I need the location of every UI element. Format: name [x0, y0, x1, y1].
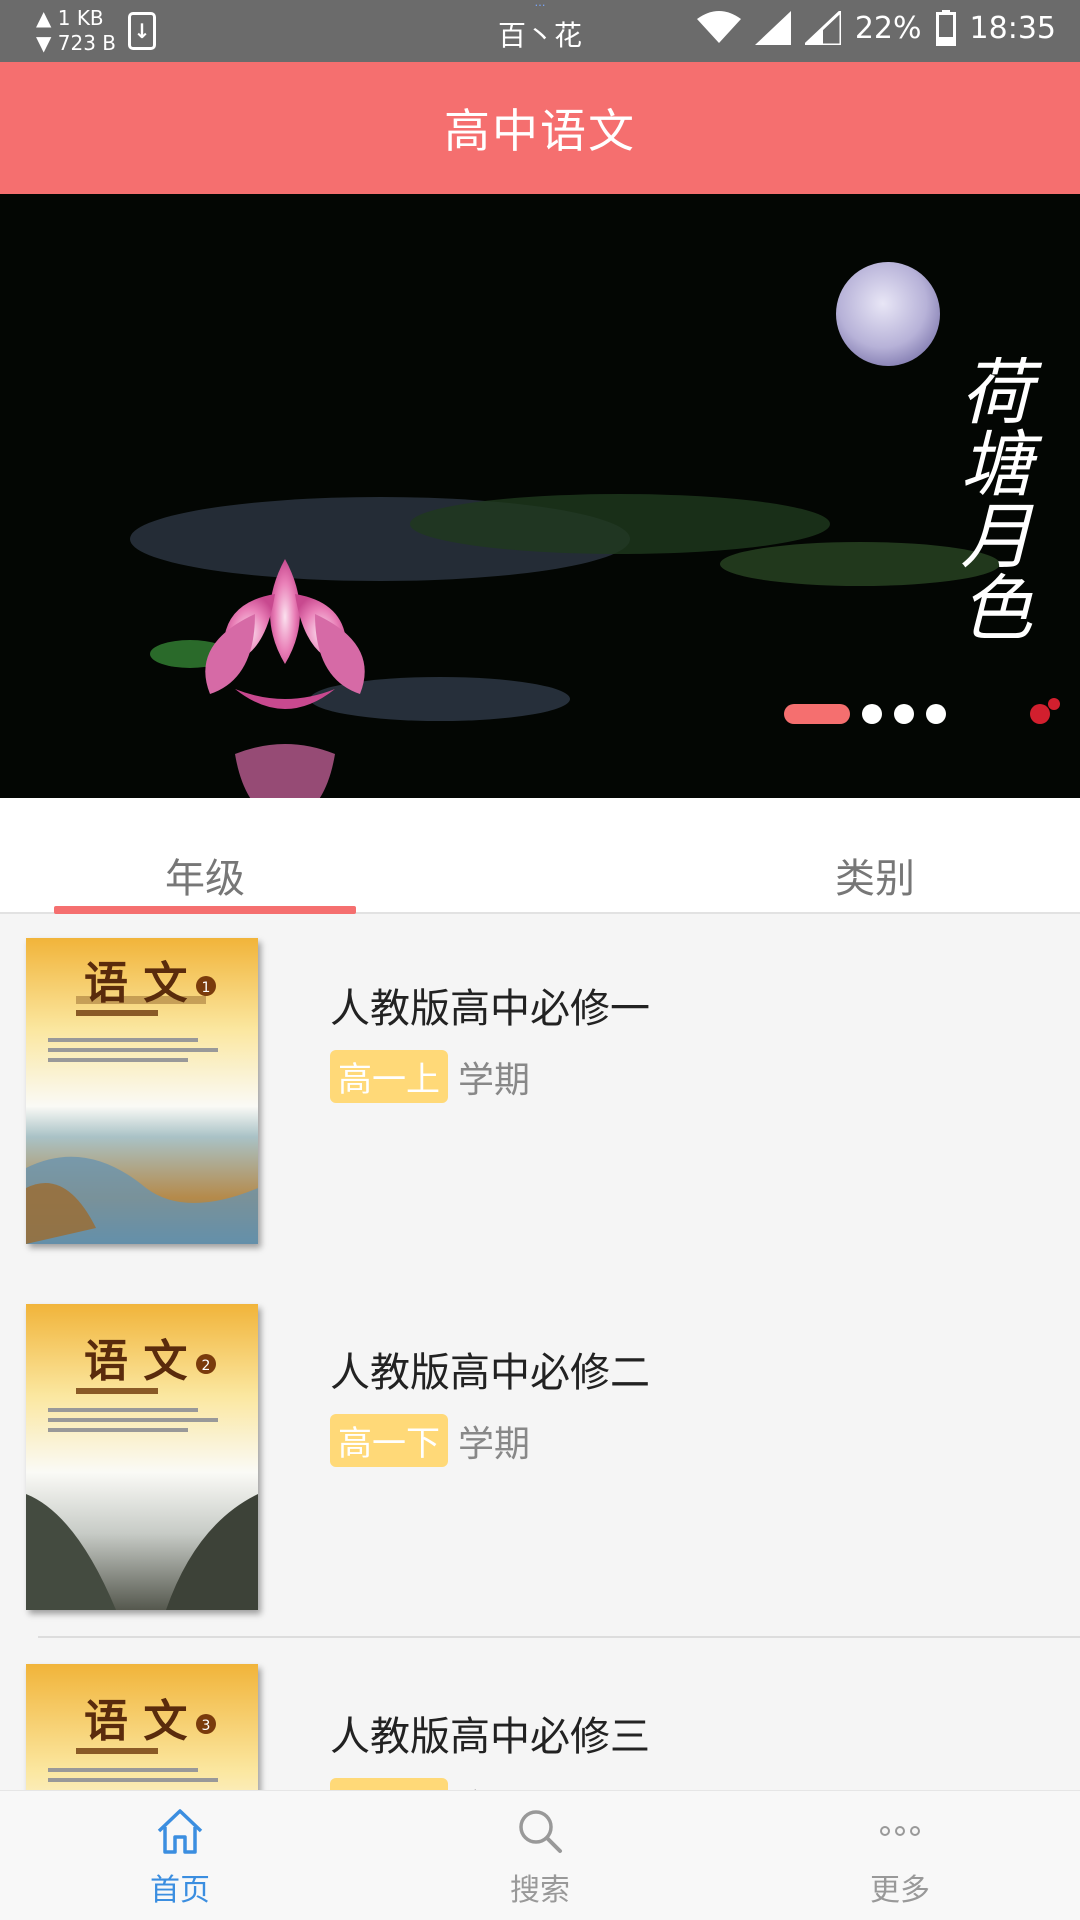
- home-icon: [155, 1809, 205, 1859]
- search-icon: [515, 1810, 565, 1859]
- svg-text:语 文: 语 文: [84, 1336, 187, 1387]
- grade-tag: 高二上: [330, 1778, 448, 1790]
- list-item[interactable]: 语 文 2 人教版高中必修二 高一下 学期: [0, 1274, 1080, 1634]
- list-item[interactable]: 语 文 3 人教版高中必修三 高二上 学期: [0, 1634, 1080, 1790]
- list-item[interactable]: 语 文 1 人教版高中必修一 高一上 学期: [0, 914, 1080, 1274]
- grade-tag: 高一上: [330, 1050, 448, 1103]
- banner-carousel[interactable]: 荷塘月色: [0, 194, 1080, 798]
- banner-caption: 荷塘月色: [948, 354, 1032, 642]
- pager-dot[interactable]: [926, 704, 946, 724]
- book-cover: 语 文 2: [26, 1304, 258, 1610]
- term-row: 高一上 学期: [330, 1050, 530, 1103]
- book-title: 人教版高中必修三: [330, 1714, 650, 1760]
- more-icon: [875, 1826, 925, 1859]
- svg-text:语 文: 语 文: [84, 958, 187, 1009]
- term-row: 高二上 学期: [330, 1778, 530, 1790]
- tab-indicator: [54, 906, 356, 914]
- status-icons: 22% 18:35: [696, 10, 1056, 46]
- status-bar: ▲ 1 KB ▼ 723 B ↓ … 百丶花 22% 18:35: [0, 0, 1080, 62]
- book-cover: 语 文 3: [26, 1664, 258, 1790]
- pager-dot[interactable]: [862, 704, 882, 724]
- term-label: 学期: [458, 1423, 531, 1465]
- wifi-icon: [696, 11, 741, 45]
- svg-text:语 文: 语 文: [84, 1696, 187, 1747]
- page-title: 高中语文: [444, 104, 636, 158]
- tab-category[interactable]: 类别: [820, 846, 930, 904]
- pager-dot[interactable]: [894, 704, 914, 724]
- bottom-navigation: 首页 搜索 更多: [0, 1790, 1080, 1920]
- book-title: 人教版高中必修一: [330, 986, 650, 1032]
- nav-home[interactable]: 首页: [100, 1807, 260, 1909]
- signal-icon: [754, 11, 791, 45]
- svg-text:1: 1: [202, 980, 211, 996]
- carousel-pager[interactable]: [784, 704, 946, 724]
- term-label: 学期: [458, 1779, 530, 1791]
- carrier-subtext: …: [534, 0, 546, 9]
- term-label: 学期: [458, 1059, 531, 1101]
- grade-tag: 高一下: [330, 1414, 448, 1467]
- clock: 18:35: [969, 10, 1056, 46]
- textbook-list[interactable]: 语 文 1 人教版高中必修一 高一上 学期 语 文 2 人教版高中必修二 高一下…: [0, 914, 1080, 1790]
- battery-icon: [935, 10, 956, 46]
- term-row: 高一下 学期: [330, 1414, 530, 1467]
- nav-more-label: 更多: [870, 1873, 930, 1908]
- tab-bar: 年级 类别: [0, 798, 1080, 914]
- tab-grade[interactable]: 年级: [54, 846, 356, 904]
- nav-search-label: 搜索: [510, 1873, 570, 1908]
- nav-home-label: 首页: [150, 1873, 210, 1908]
- svg-text:2: 2: [202, 1358, 211, 1374]
- svg-text:3: 3: [202, 1718, 211, 1734]
- nav-more[interactable]: 更多: [820, 1807, 980, 1909]
- app-header: 高中语文: [0, 62, 1080, 194]
- book-cover: 语 文 1: [26, 938, 258, 1244]
- nav-search[interactable]: 搜索: [460, 1807, 620, 1909]
- book-title: 人教版高中必修二: [330, 1350, 650, 1396]
- pager-dot[interactable]: [784, 704, 850, 724]
- battery-percent: 22%: [854, 10, 922, 46]
- signal-icon-2: [804, 11, 841, 45]
